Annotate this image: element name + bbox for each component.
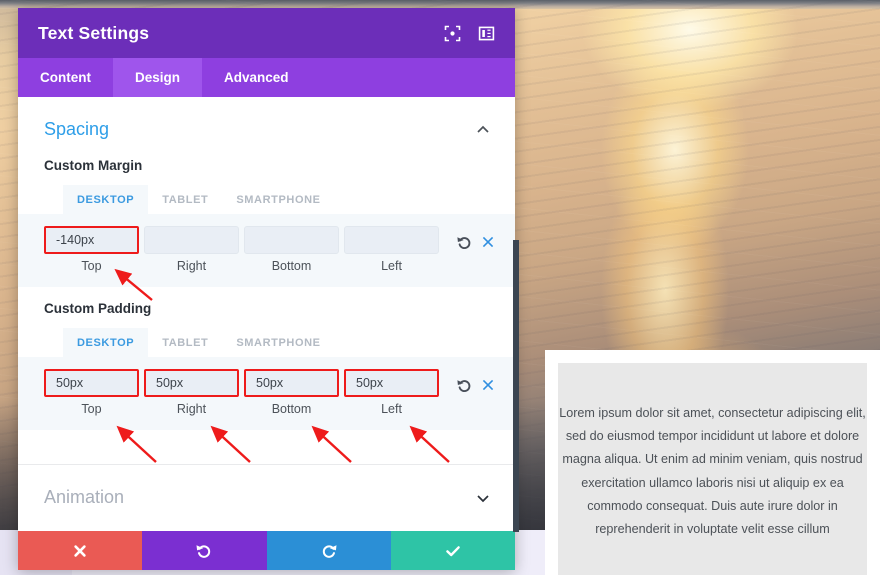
padding-left-input[interactable]: 50px xyxy=(344,369,439,397)
text-module-paragraph: Lorem ipsum dolor sit amet, consectetur … xyxy=(559,406,866,537)
reset-icon[interactable] xyxy=(452,374,476,396)
margin-top-input[interactable]: -140px xyxy=(44,226,139,254)
tab-content[interactable]: Content xyxy=(18,58,113,97)
margin-row-icons xyxy=(452,226,500,253)
close-x-icon xyxy=(74,544,86,557)
section-title-animation: Animation xyxy=(44,487,125,507)
padding-top-label: Top xyxy=(81,402,102,416)
modal-tabbar: Content Design Advanced xyxy=(18,58,515,97)
margin-top-field-wrap: -140px Top xyxy=(44,226,139,273)
redo-button[interactable] xyxy=(266,531,391,570)
undo-button[interactable] xyxy=(142,531,267,570)
device-tab-smartphone-padding[interactable]: SMARTPHONE xyxy=(222,328,334,357)
device-tab-desktop-margin[interactable]: DESKTOP xyxy=(63,185,149,214)
modal-body: Spacing Custom Margin DESKTOP TABLET SMA… xyxy=(18,97,515,531)
chevron-up-icon[interactable] xyxy=(475,122,491,138)
padding-bottom-input[interactable]: 50px xyxy=(244,369,339,397)
clear-icon[interactable] xyxy=(476,231,500,253)
reset-icon[interactable] xyxy=(452,231,476,253)
checkmark-icon xyxy=(446,545,460,556)
padding-row-icons xyxy=(452,369,500,396)
padding-top-input[interactable]: 50px xyxy=(44,369,139,397)
device-tabs-padding: DESKTOP TABLET SMARTPHONE xyxy=(63,328,515,357)
modal-titlebar: Text Settings xyxy=(18,8,515,58)
redo-arrow-icon xyxy=(322,544,337,558)
padding-left-label: Left xyxy=(381,402,402,416)
margin-left-label: Left xyxy=(381,259,402,273)
device-tab-desktop-padding[interactable]: DESKTOP xyxy=(63,328,149,357)
margin-bottom-label: Bottom xyxy=(271,259,312,273)
tab-design[interactable]: Design xyxy=(113,58,203,97)
undo-arrow-icon xyxy=(196,544,211,558)
margin-left-field-wrap: Left xyxy=(344,226,439,273)
margin-input-row: -140px Top Right Bottom Left xyxy=(18,214,515,287)
section-header-spacing[interactable]: Spacing xyxy=(18,97,515,144)
padding-input-row: 50px Top 50px Right 50px Bottom 50px Lef… xyxy=(18,357,515,430)
margin-right-field-wrap: Right xyxy=(144,226,239,273)
section-header-animation[interactable]: Animation xyxy=(18,465,515,512)
device-tabs-margin: DESKTOP TABLET SMARTPHONE xyxy=(63,185,515,214)
device-tab-smartphone-margin[interactable]: SMARTPHONE xyxy=(222,185,334,214)
device-tab-tablet-margin[interactable]: TABLET xyxy=(148,185,222,214)
padding-top-field-wrap: 50px Top xyxy=(44,369,139,416)
text-settings-modal[interactable]: Text Settings Content Design Advanced Sp… xyxy=(18,8,515,570)
margin-right-input[interactable] xyxy=(144,226,239,254)
padding-right-label: Right xyxy=(176,402,207,416)
modal-scrollbar[interactable] xyxy=(513,240,519,532)
modal-action-bar xyxy=(18,531,515,570)
field-label-custom-padding: Custom Padding xyxy=(44,301,152,316)
margin-left-input[interactable] xyxy=(344,226,439,254)
padding-bottom-field-wrap: 50px Bottom xyxy=(244,369,339,416)
clear-icon[interactable] xyxy=(476,374,500,396)
section-title-spacing: Spacing xyxy=(44,119,110,139)
padding-left-field-wrap: 50px Left xyxy=(344,369,439,416)
device-tab-tablet-padding[interactable]: TABLET xyxy=(148,328,222,357)
padding-bottom-label: Bottom xyxy=(271,402,312,416)
focus-target-icon[interactable] xyxy=(439,20,465,46)
cancel-button[interactable] xyxy=(18,531,143,570)
save-button[interactable] xyxy=(390,531,515,570)
padding-right-input[interactable]: 50px xyxy=(144,369,239,397)
margin-bottom-field-wrap: Bottom xyxy=(244,226,339,273)
field-label-custom-margin: Custom Margin xyxy=(44,158,143,173)
padding-right-field-wrap: 50px Right xyxy=(144,369,239,416)
tab-advanced[interactable]: Advanced xyxy=(202,58,311,97)
panel-layout-icon[interactable] xyxy=(473,20,499,46)
chevron-down-icon[interactable] xyxy=(475,490,491,506)
margin-bottom-input[interactable] xyxy=(244,226,339,254)
text-module-preview[interactable]: Lorem ipsum dolor sit amet, consectetur … xyxy=(545,350,880,575)
margin-top-label: Top xyxy=(81,259,102,273)
margin-right-label: Right xyxy=(176,259,207,273)
modal-title: Text Settings xyxy=(38,22,150,43)
